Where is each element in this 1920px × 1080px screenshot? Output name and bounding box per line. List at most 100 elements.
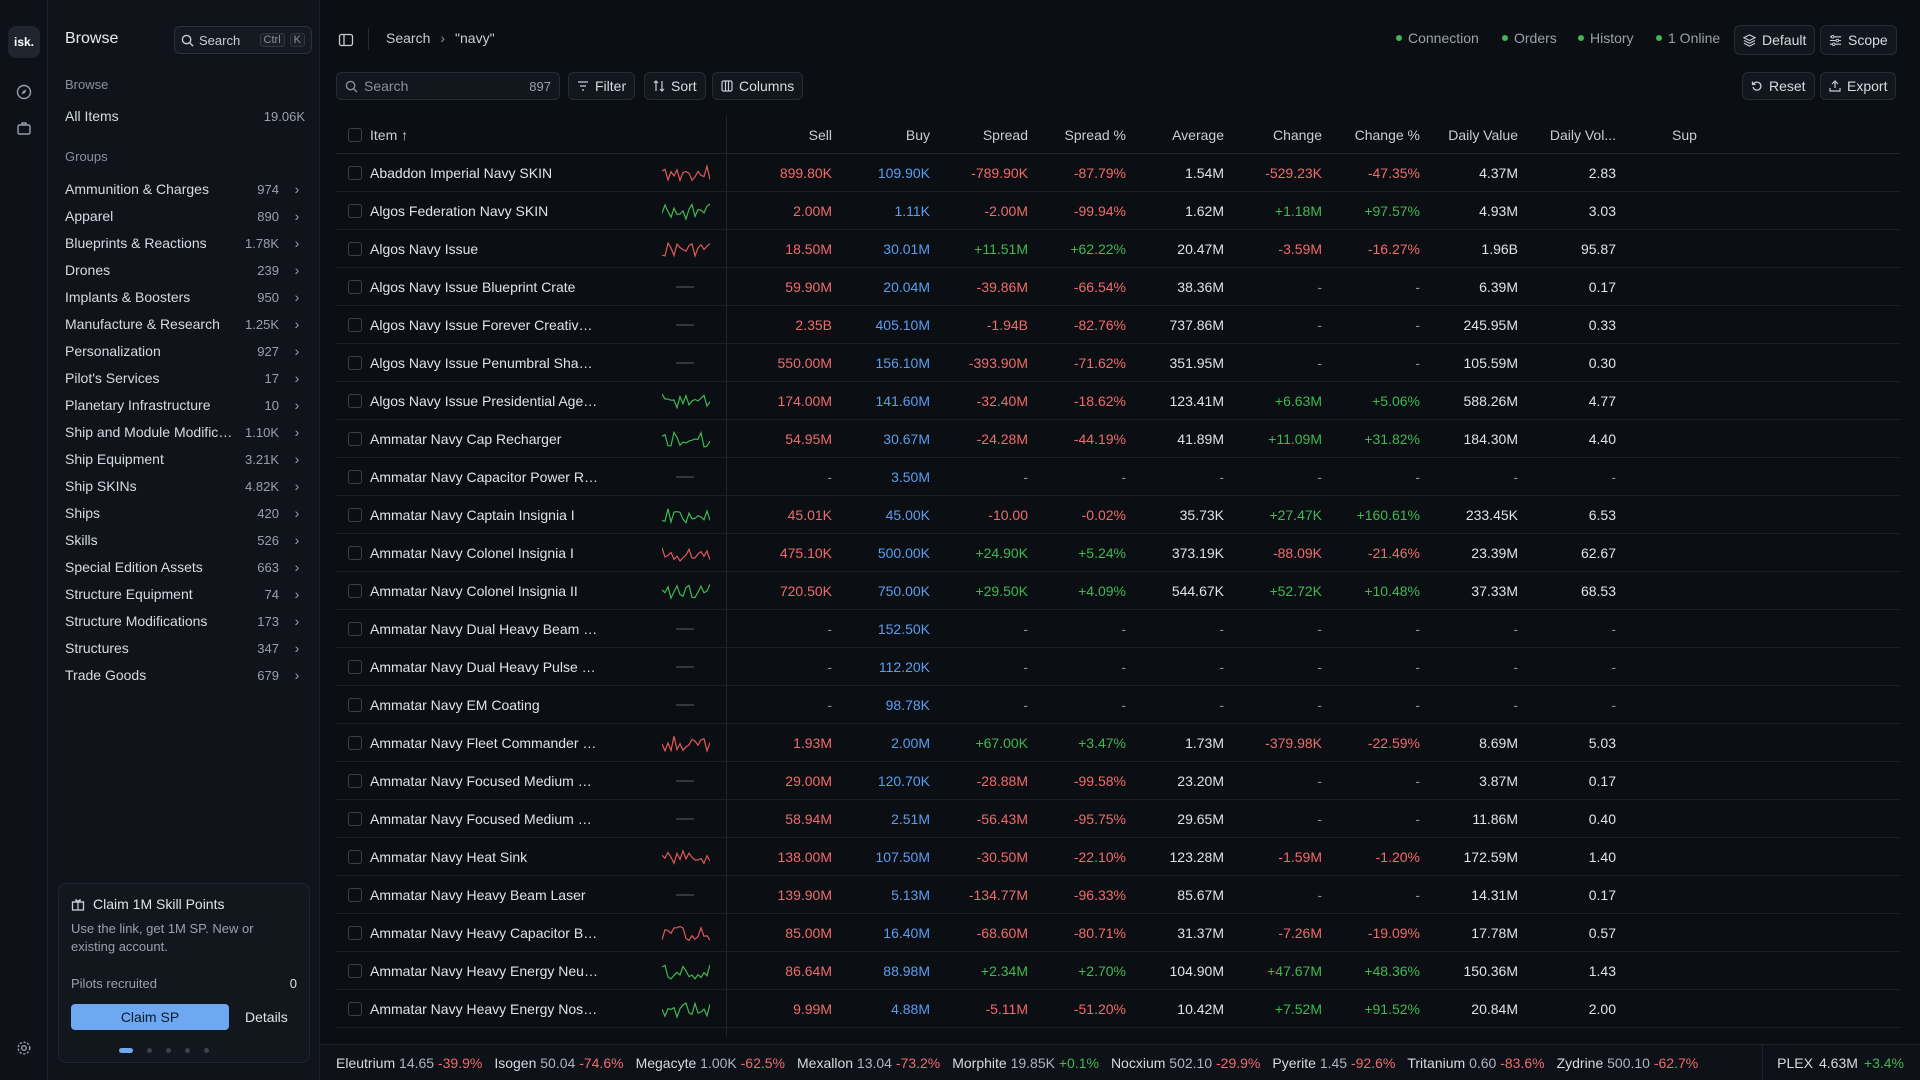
row-checkbox[interactable] <box>348 622 362 636</box>
table-row[interactable]: Ammatar Navy Focused Medium Pulse La... 5… <box>336 800 1900 838</box>
sidebar-group-item[interactable]: Ammunition & Charges 974 › <box>65 175 305 203</box>
carousel-dot[interactable] <box>147 1048 152 1053</box>
sidebar-group-item[interactable]: Ship and Module Modificat... 1.10K › <box>65 418 305 446</box>
sidebar-toggle-icon[interactable] <box>338 32 354 51</box>
item-name-cell[interactable]: Algos Navy Issue <box>370 230 598 268</box>
item-name-cell[interactable]: Ammatar Navy Dual Heavy Beam Laser <box>370 610 598 648</box>
item-name-cell[interactable]: Ammatar Navy Colonel Insignia II <box>370 572 598 610</box>
carousel-dot[interactable] <box>166 1048 171 1053</box>
item-name-cell[interactable]: Ammatar Navy Heavy Capacitor Booster <box>370 914 598 952</box>
sidebar-group-item[interactable]: Ships 420 › <box>65 499 305 527</box>
table-row[interactable]: Ammatar Navy Heat Sink 138.00M 107.50M -30.… <box>336 838 1900 876</box>
settings-gear-icon[interactable] <box>14 1038 34 1058</box>
table-row[interactable]: Algos Navy Issue Penumbral Shadows SKIN 5… <box>336 344 1900 382</box>
scope-button[interactable]: Scope <box>1820 25 1897 55</box>
table-row[interactable]: Ammatar Navy Dual Heavy Beam Laser - 152.5… <box>336 610 1900 648</box>
table-row[interactable]: Ammatar Navy Fleet Commander Insignia 1.9… <box>336 724 1900 762</box>
sidebar-search-button[interactable]: Search Ctrl K <box>174 26 312 54</box>
row-checkbox[interactable] <box>348 470 362 484</box>
sidebar-group-item[interactable]: Personalization 927 › <box>65 337 305 365</box>
col-item[interactable]: Item ↑ <box>370 116 570 154</box>
item-name-cell[interactable]: Ammatar Navy Focused Medium Beam La... <box>370 762 598 800</box>
sidebar-group-item[interactable]: Special Edition Assets 663 › <box>65 553 305 581</box>
col-spread-pct[interactable]: Spread % <box>1028 116 1126 154</box>
default-layout-button[interactable]: Default <box>1734 25 1816 55</box>
row-checkbox[interactable] <box>348 508 362 522</box>
table-row[interactable]: Algos Navy Issue Forever Creative SKIN 2.… <box>336 306 1900 344</box>
table-row[interactable]: Ammatar Navy Heavy Energy Neutralizer 86.… <box>336 952 1900 990</box>
col-supply[interactable]: Sup <box>1616 116 1816 154</box>
row-checkbox[interactable] <box>348 926 362 940</box>
row-checkbox[interactable] <box>348 242 362 256</box>
row-checkbox[interactable] <box>348 964 362 978</box>
table-search-input[interactable]: Search 897 <box>336 72 560 100</box>
item-name-cell[interactable]: Ammatar Navy Dual Heavy Pulse Laser <box>370 648 598 686</box>
row-checkbox[interactable] <box>348 584 362 598</box>
sidebar-group-item[interactable]: Trade Goods 679 › <box>65 661 305 689</box>
item-name-cell[interactable]: Algos Navy Issue Presidential Agent SKIN <box>370 382 598 420</box>
item-name-cell[interactable]: Ammatar Navy Heavy Beam Laser <box>370 876 598 914</box>
col-daily-value[interactable]: Daily Value <box>1420 116 1518 154</box>
row-checkbox[interactable] <box>348 280 362 294</box>
table-row[interactable]: Ammatar Navy Capacitor Power Relay - 3.50M… <box>336 458 1900 496</box>
item-name-cell[interactable]: Algos Navy Issue Blueprint Crate <box>370 268 598 306</box>
item-name-cell[interactable]: Algos Navy Issue Penumbral Shadows SKIN <box>370 344 598 382</box>
carousel-dot[interactable] <box>204 1048 209 1053</box>
table-row[interactable]: Ammatar Navy Dual Heavy Pulse Laser - 112.… <box>336 648 1900 686</box>
row-checkbox[interactable] <box>348 850 362 864</box>
table-row[interactable]: Algos Federation Navy SKIN 2.00M 1.11K -2.0… <box>336 192 1900 230</box>
export-button[interactable]: Export <box>1820 72 1897 100</box>
item-name-cell[interactable]: Ammatar Navy Cap Recharger <box>370 420 598 458</box>
table-row[interactable]: Ammatar Navy Cap Recharger 54.95M 30.67M -2… <box>336 420 1900 458</box>
carousel-dot[interactable] <box>185 1048 190 1053</box>
carousel-dot-active[interactable] <box>119 1048 133 1053</box>
sidebar-group-item[interactable]: Blueprints & Reactions 1.78K › <box>65 229 305 257</box>
item-name-cell[interactable]: Algos Navy Issue Forever Creative SKIN <box>370 306 598 344</box>
table-row[interactable]: Algos Navy Issue Presidential Agent SKIN… <box>336 382 1900 420</box>
item-name-cell[interactable]: Ammatar Navy Heat Sink <box>370 838 598 876</box>
table-row[interactable]: Ammatar Navy Captain Insignia I 45.01K 45.… <box>336 496 1900 534</box>
item-name-cell[interactable]: Algos Federation Navy SKIN <box>370 192 598 230</box>
table-row[interactable]: Ammatar Navy Colonel Insignia I 475.10K 50… <box>336 534 1900 572</box>
sidebar-group-item[interactable]: Implants & Boosters 950 › <box>65 283 305 311</box>
sidebar-group-item[interactable]: Structures 347 › <box>65 634 305 662</box>
sidebar-group-item[interactable]: Ship Equipment 3.21K › <box>65 445 305 473</box>
table-row[interactable]: Abaddon Imperial Navy SKIN 899.80K 109.90K… <box>336 154 1900 192</box>
row-checkbox[interactable] <box>348 736 362 750</box>
row-checkbox[interactable] <box>348 1002 362 1016</box>
row-checkbox[interactable] <box>348 888 362 902</box>
table-row[interactable]: Ammatar Navy EM Coating - 98.78K - - - - - - - <box>336 686 1900 724</box>
sidebar-group-item[interactable]: Drones 239 › <box>65 256 305 284</box>
row-checkbox[interactable] <box>348 546 362 560</box>
item-name-cell[interactable]: Ammatar Navy Fleet Commander Insignia <box>370 724 598 762</box>
col-spread[interactable]: Spread <box>930 116 1028 154</box>
sidebar-group-item[interactable]: Manufacture & Research 1.25K › <box>65 310 305 338</box>
col-average[interactable]: Average <box>1126 116 1224 154</box>
table-row[interactable]: Ammatar Navy Heavy Capacitor Booster 85.0… <box>336 914 1900 952</box>
table-row[interactable]: Ammatar Navy Focused Medium Beam La... 29… <box>336 762 1900 800</box>
select-all-checkbox[interactable] <box>348 128 362 142</box>
sidebar-group-item[interactable]: Pilot's Services 17 › <box>65 364 305 392</box>
item-name-cell[interactable]: Ammatar Navy Heavy Energy Neutralizer <box>370 952 598 990</box>
sidebar-group-item[interactable]: Planetary Infrastructure 10 › <box>65 391 305 419</box>
sidebar-group-item[interactable]: Structure Modifications 173 › <box>65 607 305 635</box>
columns-button[interactable]: Columns <box>712 72 804 100</box>
app-logo[interactable]: isk. <box>8 26 40 58</box>
row-checkbox[interactable] <box>348 394 362 408</box>
col-sell[interactable]: Sell <box>726 116 832 154</box>
sidebar-group-item[interactable]: Ship SKINs 4.82K › <box>65 472 305 500</box>
filter-button[interactable]: Filter <box>568 72 636 100</box>
claim-sp-button[interactable]: Claim SP <box>71 1004 229 1030</box>
sidebar-group-item[interactable]: Skills 526 › <box>65 526 305 554</box>
item-name-cell[interactable]: Ammatar Navy Capacitor Power Relay <box>370 458 598 496</box>
breadcrumb-search[interactable]: Search <box>386 30 430 46</box>
row-checkbox[interactable] <box>348 318 362 332</box>
table-row[interactable]: Ammatar Navy Heavy Beam Laser 139.90M 5.13… <box>336 876 1900 914</box>
sidebar-group-item[interactable]: Apparel 890 › <box>65 202 305 230</box>
row-checkbox[interactable] <box>348 698 362 712</box>
item-name-cell[interactable]: Ammatar Navy Captain Insignia I <box>370 496 598 534</box>
item-name-cell[interactable]: Ammatar Navy Focused Medium Pulse La... <box>370 800 598 838</box>
table-row[interactable]: Algos Navy Issue 18.50M 30.01M +11.51M +62.2… <box>336 230 1900 268</box>
row-checkbox[interactable] <box>348 204 362 218</box>
row-checkbox[interactable] <box>348 356 362 370</box>
